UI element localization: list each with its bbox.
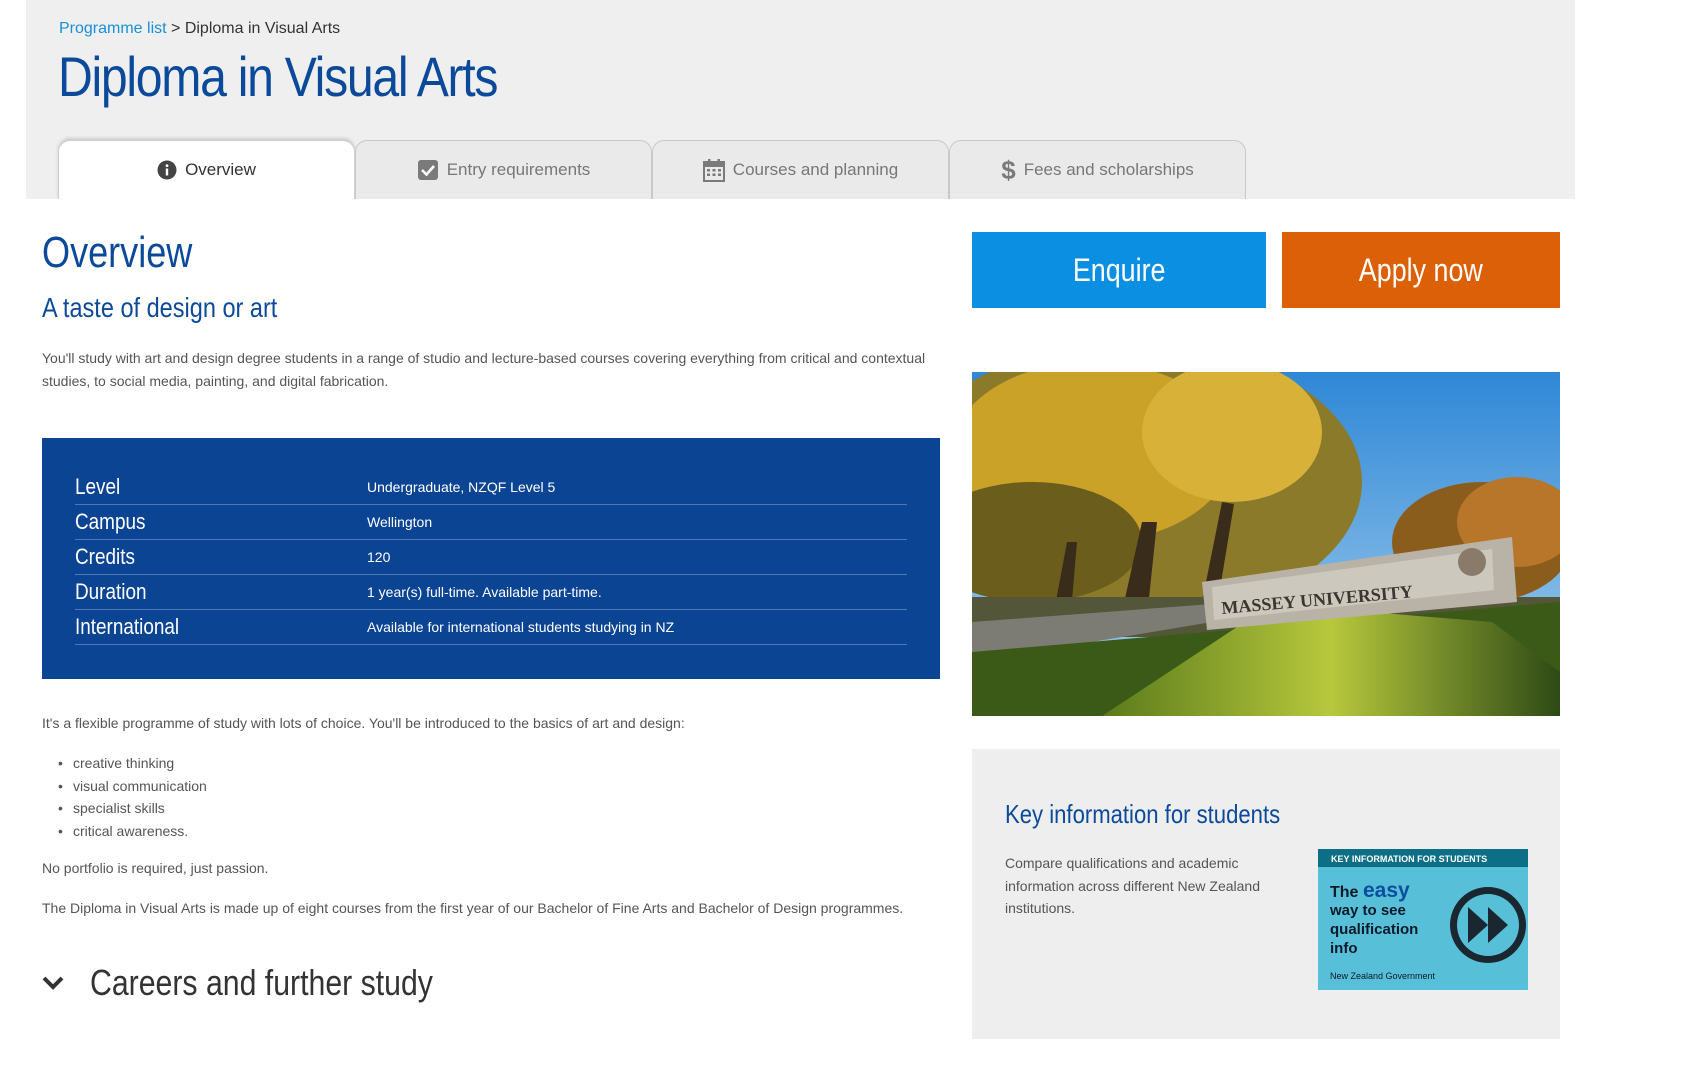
list-item: visual communication — [58, 775, 207, 798]
banner-line4: info — [1330, 940, 1358, 957]
info-value: Available for international students stu… — [367, 619, 675, 635]
list-item: critical awareness. — [58, 820, 207, 843]
breadcrumb-separator: > — [166, 20, 185, 37]
tab-label: Courses and planning — [732, 160, 899, 179]
programme-structure-text: The Diploma in Visual Arts is made up of… — [42, 900, 904, 916]
apply-now-button[interactable]: Apply now — [1282, 232, 1560, 308]
info-label: Campus — [75, 509, 146, 534]
info-label: Duration — [75, 579, 147, 604]
calendar-icon — [702, 158, 725, 182]
page-title: Diploma in Visual Arts — [58, 45, 498, 108]
overview-subheading: A taste of design or art — [42, 292, 278, 323]
key-info-banner[interactable]: KEY INFORMATION FOR STUDENTS The easy wa… — [1318, 849, 1528, 990]
banner-line2: way to see — [1329, 902, 1406, 919]
enquire-button-label: Enquire — [1072, 251, 1166, 288]
info-value: Wellington — [367, 514, 433, 530]
banner-header: KEY INFORMATION FOR STUDENTS — [1331, 854, 1487, 864]
chevron-down-icon — [42, 972, 64, 994]
list-item: specialist skills — [58, 797, 207, 820]
key-info-text: Compare qualifications and academic info… — [1005, 855, 1260, 916]
list-item: creative thinking — [58, 752, 207, 775]
info-row-credits: Credits 120 — [75, 540, 907, 575]
info-row-duration: Duration 1 year(s) full-time. Available … — [75, 575, 907, 610]
fast-forward-icon — [1450, 887, 1526, 963]
overview-heading: Overview — [42, 228, 193, 277]
apply-now-button-label: Apply now — [1358, 251, 1484, 288]
info-value: 120 — [367, 549, 391, 565]
page-header: Programme list > Diploma in Visual Arts … — [26, 0, 1575, 199]
info-row-level: Level Undergraduate, NZQF Level 5 — [75, 470, 907, 505]
info-label: Level — [75, 474, 121, 499]
banner-footer: New Zealand Government — [1330, 971, 1436, 981]
flexible-programme-text: It's a flexible programme of study with … — [42, 715, 685, 731]
careers-accordion-toggle[interactable]: Careers and further study — [42, 962, 498, 1004]
tab-label: Entry requirements — [446, 160, 591, 179]
banner-line3: qualification — [1330, 921, 1418, 938]
info-value: Undergraduate, NZQF Level 5 — [367, 479, 556, 495]
dollar-icon: $ — [1001, 154, 1016, 185]
tab-label: Fees and scholarships — [1023, 160, 1194, 179]
info-label: International — [75, 614, 180, 639]
banner-line1-highlight: easy — [1363, 879, 1410, 902]
tab-fees-and-scholarships[interactable]: $ Fees and scholarships — [949, 140, 1246, 199]
info-icon — [157, 160, 177, 180]
tab-bar: Overview Entry requirements Courses and … — [58, 140, 1246, 199]
campus-photo: MASSEY UNIVERSITY — [972, 372, 1560, 716]
overview-intro: You'll study with art and design degree … — [42, 350, 926, 389]
tab-label: Overview — [185, 160, 256, 179]
tab-courses-and-planning[interactable]: Courses and planning — [652, 140, 949, 199]
tab-overview[interactable]: Overview — [58, 140, 355, 199]
careers-heading: Careers and further study — [90, 962, 433, 1003]
breadcrumb-current: Diploma in Visual Arts — [184, 20, 341, 37]
breadcrumb-programme-list-link[interactable]: Programme list — [59, 20, 167, 37]
info-label: Credits — [75, 544, 135, 569]
info-row-campus: Campus Wellington — [75, 505, 907, 540]
info-value: 1 year(s) full-time. Available part-time… — [367, 584, 602, 600]
breadcrumb: Programme list > Diploma in Visual Arts — [59, 20, 340, 38]
skills-list: creative thinking visual communication s… — [58, 752, 207, 843]
key-info-heading: Key information for students — [1005, 799, 1281, 829]
portfolio-text: No portfolio is required, just passion. — [42, 860, 269, 876]
programme-info-box: Level Undergraduate, NZQF Level 5 Campus… — [42, 438, 940, 679]
tab-entry-requirements[interactable]: Entry requirements — [355, 140, 652, 199]
key-information-panel: Key information for students Compare qua… — [972, 749, 1560, 1039]
banner-line1: The — [1330, 884, 1359, 901]
enquire-button[interactable]: Enquire — [972, 232, 1266, 308]
info-row-international: International Available for internationa… — [75, 610, 907, 645]
checkbox-icon — [417, 159, 439, 181]
